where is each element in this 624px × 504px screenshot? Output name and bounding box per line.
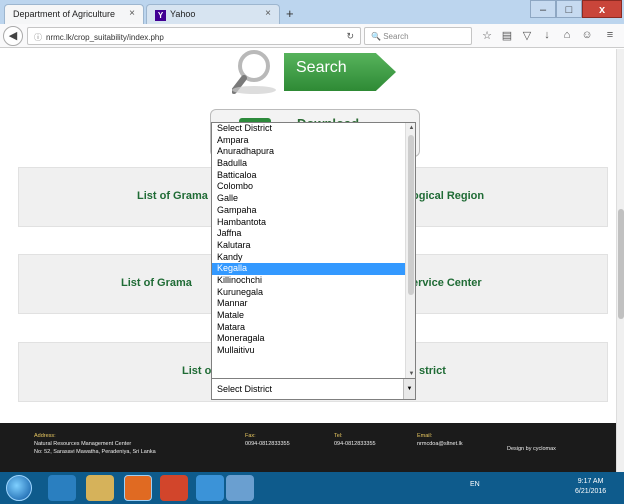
district-option[interactable]: Moneragala [212, 333, 415, 345]
district-option[interactable]: Ampara [212, 135, 415, 147]
media-player-icon[interactable] [160, 475, 188, 501]
new-tab-button[interactable]: + [286, 6, 294, 21]
footer-address: Address: Natural Resources Management Ce… [34, 432, 156, 456]
reload-icon[interactable]: ↻ [346, 31, 354, 42]
district-option[interactable]: Anuradhapura [212, 146, 415, 158]
district-option[interactable]: Killinochchi [212, 275, 415, 287]
back-arrow-icon[interactable]: ◀ [3, 26, 23, 46]
district-option[interactable]: Mannar [212, 298, 415, 310]
address-line2: No: 52, Sarasavi Mawatha, Peradeniya, Sr… [34, 449, 156, 455]
district-option[interactable]: Kurunegala [212, 287, 415, 299]
search-button[interactable]: Search [284, 53, 396, 91]
clock-date: 6/21/2016 [575, 488, 607, 495]
tab-close-icon[interactable]: × [129, 8, 135, 19]
paint-icon[interactable] [226, 475, 254, 501]
tab-title: Department of Agriculture [13, 9, 116, 19]
page-viewport: Search Download List of Grama ogical Reg… [0, 49, 616, 472]
email-label: Email: [417, 433, 433, 439]
district-option[interactable]: Batticaloa [212, 170, 415, 182]
chrome-icon[interactable] [196, 475, 224, 501]
district-option[interactable]: Kegalla [212, 263, 415, 275]
minimize-button[interactable]: – [530, 0, 556, 18]
chevron-down-icon[interactable]: ▼ [403, 379, 415, 399]
url-bar[interactable]: ⓘ nrmc.lk/crop_suitability/index.php ↻ [27, 27, 361, 45]
maximize-button[interactable]: □ [556, 0, 582, 18]
district-dropdown-list[interactable]: Select District Ampara Anuradhapura Badulla… [211, 122, 416, 379]
fax-value: 0094-0812833355 [245, 441, 290, 447]
district-option[interactable]: Kalutara [212, 240, 415, 252]
yahoo-icon: Y [155, 10, 166, 21]
address-label: Address: [34, 433, 56, 439]
district-select-value: Select District [217, 384, 273, 394]
taskbar-clock[interactable]: 9:17 AM 6/21/2016 [575, 477, 606, 497]
panel-left-text: List of Grama [137, 190, 208, 202]
district-select[interactable]: Select District ▼ [211, 378, 416, 400]
navigation-bar: ◀ ⓘ nrmc.lk/crop_suitability/index.php ↻ … [0, 24, 624, 48]
district-option[interactable]: Mullaitivu [212, 345, 415, 357]
credit-text[interactable]: Design by cyclomax [507, 445, 556, 453]
page-footer: Address: Natural Resources Management Ce… [0, 423, 616, 472]
panel-right-text: ogical Region [412, 190, 485, 202]
district-option[interactable]: Gampaha [212, 205, 415, 217]
firefox-icon[interactable] [124, 475, 152, 501]
district-option[interactable]: Jaffna [212, 228, 415, 240]
panel-left-text: List of Grama [121, 277, 192, 289]
district-option[interactable]: Colombo [212, 181, 415, 193]
panel-left-text: List o [182, 365, 212, 377]
scroll-up-icon[interactable]: ▲ [406, 123, 415, 134]
file-explorer-icon[interactable] [86, 475, 114, 501]
page-scrollbar[interactable] [616, 49, 624, 472]
magnifier-icon [232, 50, 276, 94]
address-line1: Natural Resources Management Center [34, 441, 132, 447]
search-icon: 🔍 [371, 32, 381, 41]
footer-email: Email: nrmcdoa@sltnet.lk [417, 432, 463, 448]
footer-fax: Fax: 0094-0812833355 [245, 432, 290, 448]
ie-icon[interactable] [48, 475, 76, 501]
menu-icon[interactable]: ≡ [603, 29, 617, 41]
bookmark-star-icon[interactable]: ☆ [480, 29, 494, 42]
district-option[interactable]: Hambantota [212, 217, 415, 229]
url-text: nrmc.lk/crop_suitability/index.php [46, 33, 164, 42]
panel-right-text: ervice Center [412, 277, 482, 289]
info-icon: ⓘ [34, 33, 42, 42]
close-window-button[interactable]: x [582, 0, 622, 18]
taskbar: EN 9:17 AM 6/21/2016 [0, 472, 624, 504]
search-input[interactable]: 🔍 Search [364, 27, 472, 45]
email-value[interactable]: nrmcdoa@sltnet.lk [417, 440, 463, 448]
smiley-icon[interactable]: ☺ [580, 29, 594, 41]
tab-close-icon[interactable]: × [265, 8, 271, 19]
clock-time: 9:17 AM [577, 478, 604, 485]
system-tray-language[interactable]: EN [470, 481, 480, 488]
search-placeholder: Search [383, 32, 409, 41]
page-scroll-thumb[interactable] [618, 209, 624, 319]
district-option[interactable]: Badulla [212, 158, 415, 170]
tab-title: Yahoo [170, 9, 196, 19]
scroll-thumb[interactable] [408, 135, 414, 295]
start-button[interactable] [6, 475, 32, 501]
tel-value: 094-0812833355 [334, 441, 376, 447]
district-option[interactable]: Kandy [212, 252, 415, 264]
footer-credit: Design by cyclomax [507, 445, 556, 453]
footer-tel: Tel: 094-0812833355 [334, 432, 376, 448]
tab-yahoo[interactable]: Y Yahoo × [146, 4, 280, 24]
district-option[interactable]: Galle [212, 193, 415, 205]
browser-title-bar: Department of Agriculture × Y Yahoo × + –… [0, 0, 624, 24]
district-option[interactable]: Select District [212, 123, 415, 135]
dropdown-scrollbar[interactable]: ▲ ▼ [405, 123, 415, 378]
district-option[interactable]: Matara [212, 322, 415, 334]
district-option[interactable]: Matale [212, 310, 415, 322]
fax-label: Fax: [245, 433, 256, 439]
tab-department-of-agriculture[interactable]: Department of Agriculture × [4, 4, 144, 24]
tel-label: Tel: [334, 433, 343, 439]
pocket-icon[interactable]: ▽ [520, 29, 534, 42]
clipboard-icon[interactable]: ▤ [500, 29, 514, 42]
home-icon[interactable]: ⌂ [560, 29, 574, 41]
panel-right-text: strict [419, 365, 446, 377]
download-arrow-icon[interactable]: ↓ [540, 29, 554, 41]
